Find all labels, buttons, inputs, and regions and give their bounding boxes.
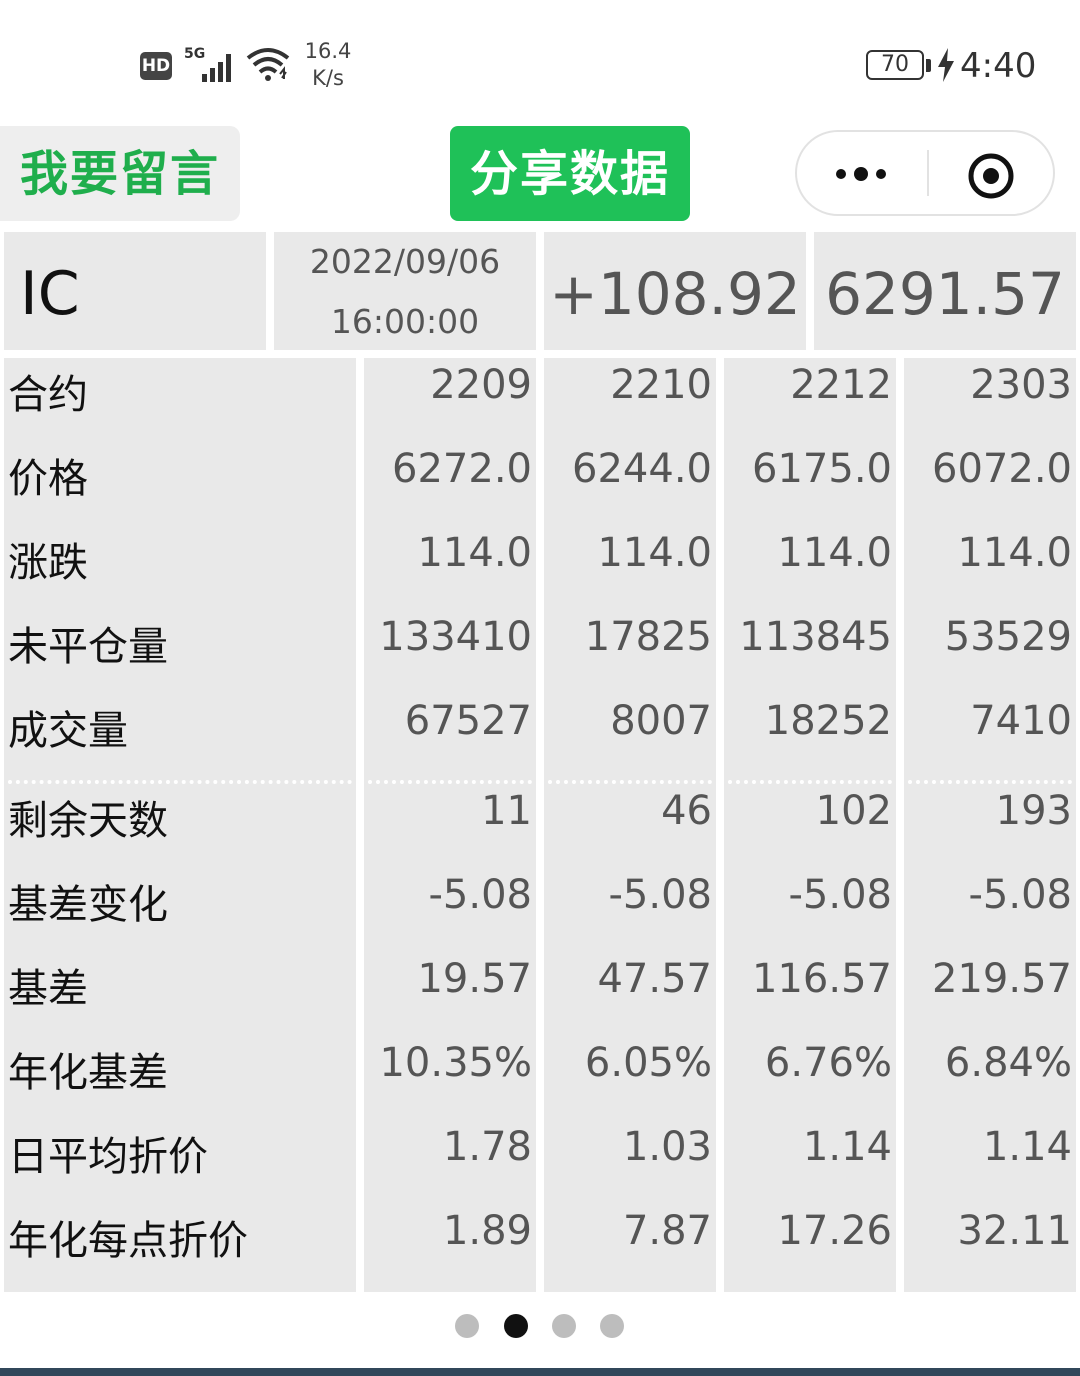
- status-bar: HD 5G 16.4 K/s 70 4:40: [0, 0, 1080, 120]
- table-cell: 19.57: [417, 956, 532, 1002]
- row-label: 价格: [8, 456, 88, 502]
- table-cell: 193: [995, 788, 1072, 834]
- table-cell: 67527: [404, 698, 532, 744]
- network-speed: 16.4 K/s: [298, 38, 358, 92]
- table-cell: 18252: [764, 698, 892, 744]
- table-cell: 116.57: [752, 956, 892, 1002]
- share-data-button[interactable]: 分享数据: [450, 126, 690, 221]
- table-cell: 102: [815, 788, 892, 834]
- table-cell: 32.11: [957, 1208, 1072, 1254]
- row-label: 基差: [8, 966, 88, 1012]
- table-cell: 2210: [610, 362, 712, 408]
- page-dot[interactable]: [552, 1314, 576, 1338]
- quote-datetime: 2022/09/06 16:00:00: [274, 232, 536, 350]
- battery-tip: [926, 59, 931, 72]
- table-cell: 53529: [944, 614, 1072, 660]
- row-label: 基差变化: [8, 882, 168, 928]
- table-cell: 7410: [970, 698, 1072, 744]
- charging-icon: [938, 48, 954, 82]
- table-cell: 6244.0: [572, 446, 712, 492]
- battery-icon: 70: [866, 50, 924, 80]
- table-cell: 6272.0: [392, 446, 532, 492]
- quote-date: 2022/09/06: [309, 242, 501, 281]
- table-cell: 6175.0: [752, 446, 892, 492]
- page-dot[interactable]: [504, 1314, 528, 1338]
- table-cell: 10.35%: [379, 1040, 532, 1086]
- page-dot[interactable]: [600, 1314, 624, 1338]
- table-cell: 6.84%: [944, 1040, 1072, 1086]
- table-cell: 1.89: [442, 1208, 532, 1254]
- table-cell: 8007: [610, 698, 712, 744]
- table-cell: 1.03: [622, 1124, 712, 1170]
- table-cell: 219.57: [932, 956, 1072, 1002]
- table-cell: -5.08: [608, 872, 713, 918]
- table-cell: 133410: [379, 614, 532, 660]
- row-label: 未平仓量: [8, 624, 168, 670]
- table-cell: 11: [481, 788, 532, 834]
- table-cell: 2303: [970, 362, 1072, 408]
- table-cell: -5.08: [968, 872, 1073, 918]
- next-section-edge: [0, 1368, 1080, 1376]
- index-value: 6291.57: [814, 232, 1076, 350]
- table-cell: 114.0: [777, 530, 892, 576]
- table-cell: 7.87: [622, 1208, 712, 1254]
- table-cell: 1.78: [442, 1124, 532, 1170]
- table-cell: 113845: [739, 614, 892, 660]
- row-label: 合约: [8, 372, 88, 418]
- table-cell: 1.14: [982, 1124, 1072, 1170]
- table-cell: 6072.0: [932, 446, 1072, 492]
- table-cell: -5.08: [788, 872, 893, 918]
- row-label: 年化基差: [8, 1050, 168, 1096]
- table-cell: 17.26: [777, 1208, 892, 1254]
- wifi-icon: [246, 48, 290, 81]
- table-cell: 46: [661, 788, 712, 834]
- capsule-divider: [927, 150, 929, 196]
- table-cell: 114.0: [417, 530, 532, 576]
- index-change: +108.92: [544, 232, 806, 350]
- table-cell: 6.76%: [764, 1040, 892, 1086]
- speed-unit: K/s: [312, 66, 344, 90]
- leave-message-button[interactable]: 我要留言: [0, 126, 240, 221]
- table-cell: 6.05%: [584, 1040, 712, 1086]
- hd-badge: HD: [140, 52, 172, 80]
- table-cell: 17825: [584, 614, 712, 660]
- speed-value: 16.4: [304, 39, 352, 63]
- row-label: 涨跌: [8, 540, 88, 586]
- row-label: 成交量: [8, 708, 128, 754]
- contract-code: IC: [4, 232, 266, 350]
- more-dots-icon[interactable]: [833, 166, 889, 182]
- signal-icon: [202, 54, 231, 82]
- table-cell: -5.08: [428, 872, 533, 918]
- table-cell: 114.0: [957, 530, 1072, 576]
- status-time: 4:40: [960, 46, 1037, 86]
- row-label: 日平均折价: [8, 1134, 208, 1180]
- table-cell: 2209: [430, 362, 532, 408]
- row-label: 剩余天数: [8, 798, 168, 844]
- quote-time: 16:00:00: [330, 302, 480, 341]
- mini-program-capsule: [795, 130, 1055, 216]
- row-label: 年化每点折价: [8, 1218, 248, 1264]
- table-cell: 2212: [790, 362, 892, 408]
- target-icon[interactable]: [967, 152, 1015, 200]
- table-cell: 47.57: [597, 956, 712, 1002]
- table-cell: 114.0: [597, 530, 712, 576]
- table-cell: 1.14: [802, 1124, 892, 1170]
- page-dot[interactable]: [455, 1314, 479, 1338]
